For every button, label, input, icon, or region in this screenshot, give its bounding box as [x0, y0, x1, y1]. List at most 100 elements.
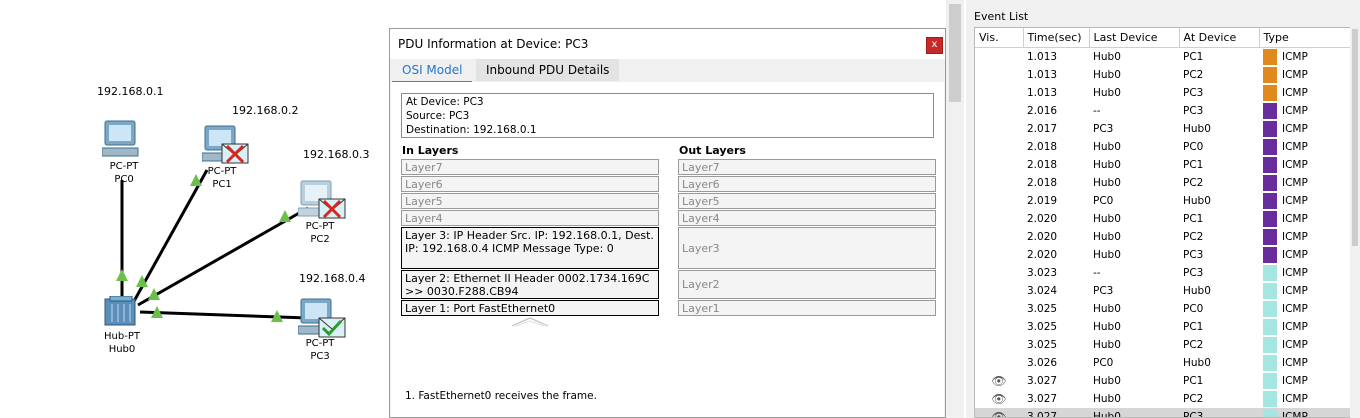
vis-cell[interactable]	[975, 264, 1023, 282]
table-row[interactable]: 1.013 Hub0 PC1 ICMP	[975, 48, 1351, 67]
pdu-color-swatch[interactable]	[1263, 193, 1277, 209]
pdu-color-swatch[interactable]	[1263, 319, 1277, 335]
vis-cell[interactable]	[975, 174, 1023, 192]
pdu-color-swatch[interactable]	[1263, 175, 1277, 191]
pdu-color-swatch[interactable]	[1263, 301, 1277, 317]
pdu-color-swatch[interactable]	[1263, 103, 1277, 119]
table-row[interactable]: 👁 3.027 Hub0 PC1 ICMP	[975, 372, 1351, 390]
vis-cell[interactable]	[975, 84, 1023, 102]
failed-envelope-icon[interactable]	[221, 143, 249, 165]
scrollbar-thumb[interactable]	[1352, 29, 1358, 246]
table-row[interactable]: 2.016 -- PC3 ICMP	[975, 102, 1351, 120]
table-row[interactable]: 3.026 PC0 Hub0 ICMP	[975, 354, 1351, 372]
column-header-at-device[interactable]: At Device	[1179, 28, 1260, 48]
out-layer-4[interactable]: Layer4	[678, 210, 936, 226]
out-layer-3[interactable]: Layer3	[678, 227, 936, 269]
vis-cell[interactable]	[975, 48, 1023, 67]
eye-icon[interactable]: 👁	[991, 392, 1006, 406]
table-row[interactable]: 3.025 Hub0 PC1 ICMP	[975, 318, 1351, 336]
in-layer-7[interactable]: Layer7	[401, 159, 659, 175]
vis-cell[interactable]	[975, 156, 1023, 174]
vis-cell[interactable]	[975, 282, 1023, 300]
vis-cell[interactable]	[975, 246, 1023, 264]
scrollbar-thumb[interactable]	[949, 4, 961, 102]
vis-cell[interactable]	[975, 102, 1023, 120]
vis-cell[interactable]	[975, 66, 1023, 84]
table-row[interactable]: 2.017 PC3 Hub0 ICMP	[975, 120, 1351, 138]
in-layer-4[interactable]: Layer4	[401, 210, 659, 226]
out-layer-7[interactable]: Layer7	[678, 159, 936, 175]
pdu-color-swatch[interactable]	[1263, 229, 1277, 245]
vis-cell[interactable]: 👁	[975, 372, 1023, 390]
table-row[interactable]: 2.020 Hub0 PC2 ICMP	[975, 228, 1351, 246]
vis-cell[interactable]	[975, 354, 1023, 372]
out-layer-2[interactable]: Layer2	[678, 270, 936, 299]
eye-icon[interactable]: 👁	[991, 410, 1006, 417]
vis-cell[interactable]	[975, 210, 1023, 228]
column-header-time[interactable]: Time(sec)	[1023, 28, 1090, 48]
vis-cell[interactable]	[975, 138, 1023, 156]
table-row[interactable]: 2.020 Hub0 PC3 ICMP	[975, 246, 1351, 264]
pdu-color-swatch[interactable]	[1263, 139, 1277, 155]
pdu-color-swatch[interactable]	[1263, 85, 1277, 101]
dialog-titlebar[interactable]: PDU Information at Device: PC3 x	[390, 29, 945, 59]
table-row[interactable]: 2.019 PC0 Hub0 ICMP	[975, 192, 1351, 210]
vis-cell[interactable]	[975, 120, 1023, 138]
column-header-last-device[interactable]: Last Device	[1089, 28, 1180, 48]
in-layer-1[interactable]: Layer 1: Port FastEthernet0	[401, 300, 659, 316]
table-row[interactable]: 👁 3.027 Hub0 PC2 ICMP	[975, 390, 1351, 408]
vis-cell[interactable]	[975, 228, 1023, 246]
workspace-scrollbar[interactable]	[946, 0, 964, 418]
vis-cell[interactable]: 👁	[975, 390, 1023, 408]
table-row[interactable]: 3.025 Hub0 PC0 ICMP	[975, 300, 1351, 318]
pdu-color-swatch[interactable]	[1263, 355, 1277, 371]
vis-cell[interactable]: 👁	[975, 408, 1023, 417]
event-list-scrollbar[interactable]	[1350, 27, 1360, 418]
table-row[interactable]: 3.024 PC3 Hub0 ICMP	[975, 282, 1351, 300]
pdu-color-swatch[interactable]	[1263, 121, 1277, 137]
pdu-color-swatch[interactable]	[1263, 157, 1277, 173]
at-device-cell: PC2	[1183, 69, 1204, 81]
pdu-color-swatch[interactable]	[1263, 409, 1277, 417]
table-row[interactable]: 1.013 Hub0 PC3 ICMP	[975, 84, 1351, 102]
success-envelope-icon[interactable]	[318, 317, 346, 339]
column-header-type[interactable]: Type	[1259, 28, 1352, 48]
pdu-color-swatch[interactable]	[1263, 49, 1277, 65]
table-row[interactable]: 2.018 Hub0 PC1 ICMP	[975, 156, 1351, 174]
table-row[interactable]: 1.013 Hub0 PC2 ICMP	[975, 66, 1351, 84]
close-button[interactable]: x	[926, 37, 943, 54]
out-layer-1[interactable]: Layer1	[678, 300, 936, 316]
in-layer-6[interactable]: Layer6	[401, 176, 659, 192]
out-layer-6[interactable]: Layer6	[678, 176, 936, 192]
pdu-color-swatch[interactable]	[1263, 337, 1277, 353]
vis-cell[interactable]	[975, 336, 1023, 354]
vis-cell[interactable]	[975, 300, 1023, 318]
pdu-color-swatch[interactable]	[1263, 67, 1277, 83]
table-row[interactable]: 3.025 Hub0 PC2 ICMP	[975, 336, 1351, 354]
failed-envelope-icon[interactable]	[318, 198, 346, 220]
table-row[interactable]: 2.018 Hub0 PC0 ICMP	[975, 138, 1351, 156]
eye-icon[interactable]: 👁	[991, 374, 1006, 388]
table-row[interactable]: 2.018 Hub0 PC2 ICMP	[975, 174, 1351, 192]
in-layer-3[interactable]: Layer 3: IP Header Src. IP: 192.168.0.1,…	[401, 227, 659, 269]
out-layer-5[interactable]: Layer5	[678, 193, 936, 209]
topology-workspace[interactable]: 192.168.0.1 192.168.0.2 192.168.0.3 192.…	[0, 0, 390, 418]
in-layer-5[interactable]: Layer5	[401, 193, 659, 209]
pdu-color-swatch[interactable]	[1263, 391, 1277, 407]
table-row[interactable]: 3.023 -- PC3 ICMP	[975, 264, 1351, 282]
pdu-color-swatch[interactable]	[1263, 283, 1277, 299]
tab-inbound-pdu-details[interactable]: Inbound PDU Details	[476, 59, 620, 81]
in-layer-2[interactable]: Layer 2: Ethernet II Header 0002.1734.16…	[401, 270, 659, 299]
destination-text: Destination: 192.168.0.1	[406, 124, 537, 136]
pdu-color-swatch[interactable]	[1263, 265, 1277, 281]
tab-osi-model[interactable]: OSI Model	[392, 59, 473, 84]
table-row[interactable]: 2.020 Hub0 PC1 ICMP	[975, 210, 1351, 228]
vis-cell[interactable]	[975, 192, 1023, 210]
column-header-vis[interactable]: Vis.	[975, 28, 1024, 48]
pdu-color-swatch[interactable]	[1263, 211, 1277, 227]
table-row[interactable]: 👁 3.027 Hub0 PC3 ICMP	[975, 408, 1351, 417]
at-device-cell: Hub0	[1183, 123, 1211, 135]
pdu-color-swatch[interactable]	[1263, 373, 1277, 389]
vis-cell[interactable]	[975, 318, 1023, 336]
pdu-color-swatch[interactable]	[1263, 247, 1277, 263]
